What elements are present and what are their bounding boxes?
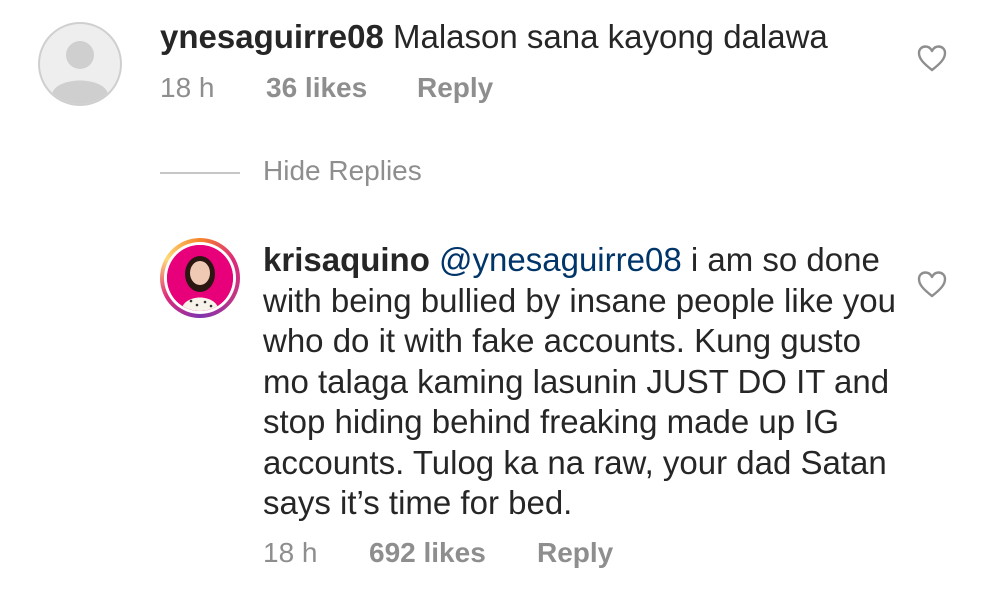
story-ring-avatar[interactable]: [160, 238, 240, 318]
default-avatar-icon[interactable]: [38, 22, 122, 106]
heart-outline-icon[interactable]: [917, 44, 947, 72]
comment-meta: 18 h 36 likes Reply: [160, 72, 493, 104]
hide-replies-button[interactable]: Hide Replies: [263, 155, 422, 187]
reply-meta: 18 h 692 likes Reply: [263, 537, 613, 569]
comment-time: 18 h: [160, 72, 215, 103]
comment-text: Malason sana kayong dalawa: [392, 18, 828, 55]
reply-username[interactable]: krisaquino: [263, 241, 430, 278]
reply-reply-button[interactable]: Reply: [537, 537, 613, 569]
reply-text: i am so done with being bullied by insan…: [263, 241, 896, 521]
replies-divider: [160, 172, 240, 174]
reply-likes[interactable]: 692 likes: [369, 537, 537, 569]
avatar: [167, 245, 233, 311]
avatar-border: [164, 242, 236, 314]
comment-likes[interactable]: 36 likes: [266, 72, 417, 104]
comment-item: ynesaguirre08 Malason sana kayong dalawa…: [0, 0, 1000, 130]
reply-text-block: krisaquino @ynesaguirre08 i am so done w…: [263, 240, 903, 524]
comment-reply-button[interactable]: Reply: [417, 72, 493, 104]
reply-time: 18 h: [263, 537, 318, 568]
heart-outline-icon[interactable]: [917, 270, 947, 298]
reply-mention-link[interactable]: @ynesaguirre08: [439, 241, 682, 278]
comment-line: ynesaguirre08 Malason sana kayong dalawa: [160, 14, 828, 60]
comment-username[interactable]: ynesaguirre08: [160, 18, 384, 55]
